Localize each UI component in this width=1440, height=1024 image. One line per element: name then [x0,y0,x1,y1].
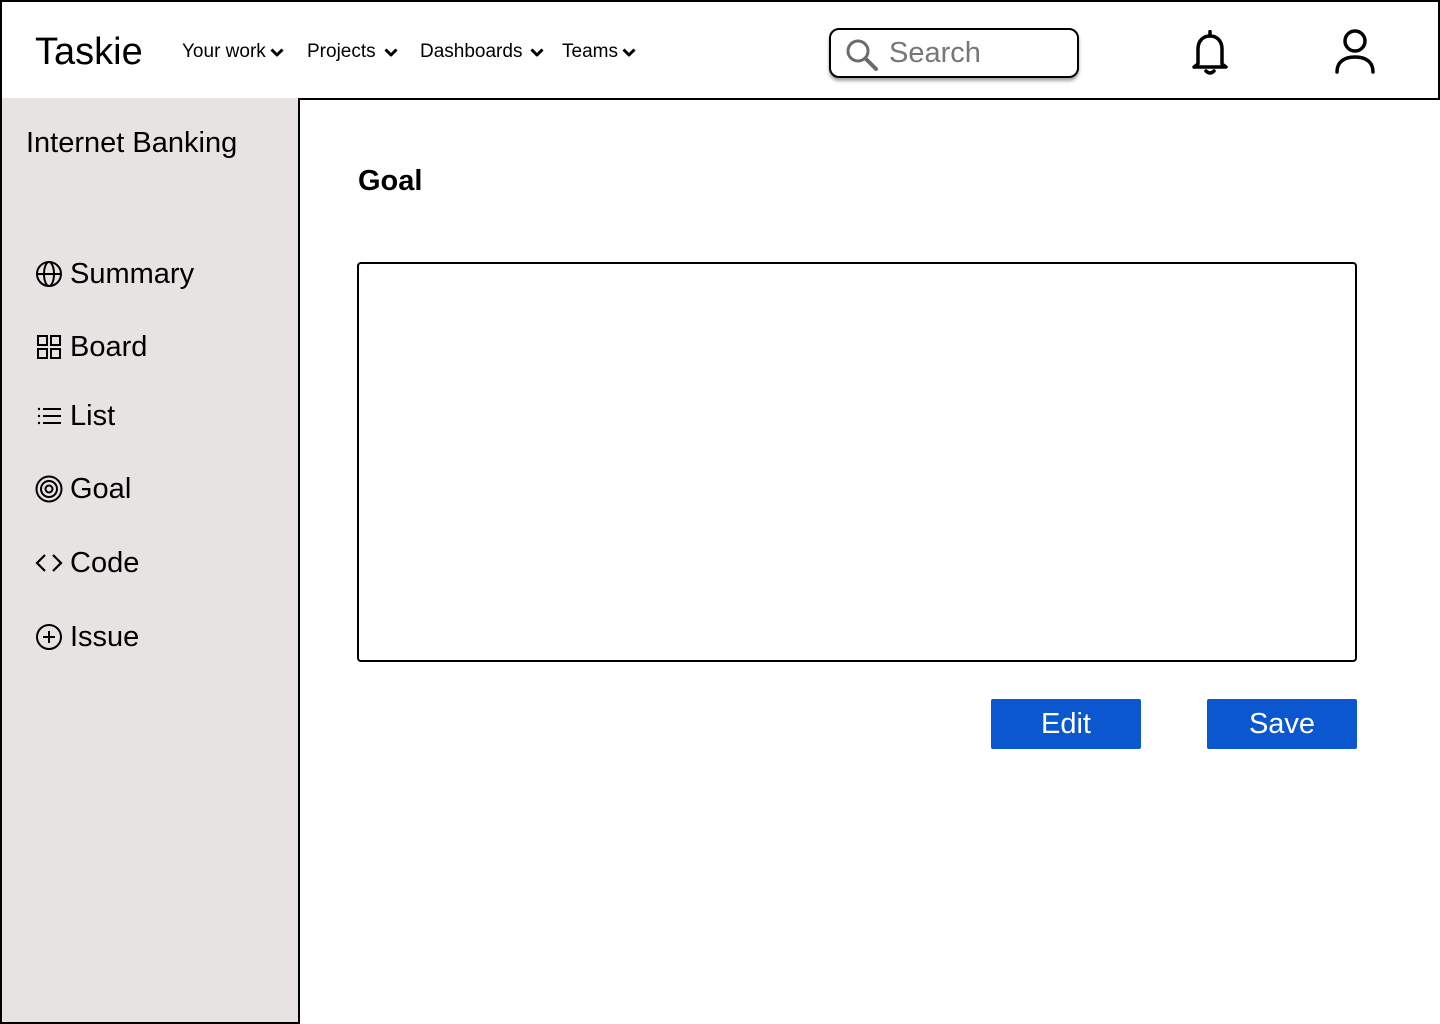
nav-label: Dashboards [420,41,523,62]
target-icon [35,475,63,503]
list-icon [37,407,61,425]
sidebar-item-label: List [70,399,116,432]
plus-circle-icon [36,624,62,650]
nav-projects[interactable]: Projects [307,40,398,64]
save-button[interactable]: Save [1207,699,1357,749]
nav-dashboards[interactable]: Dashboards [420,40,545,64]
page-title: Goal [358,165,423,197]
sidebar-item-label: Code [70,546,140,579]
chevron-down-icon [270,48,284,57]
nav-teams[interactable]: Teams [562,40,636,64]
sidebar-item-list[interactable]: List [34,398,115,434]
sidebar-item-summary[interactable]: Summary [34,256,194,292]
project-name[interactable]: Internet Banking [26,126,237,160]
app-logo[interactable]: Taskie [35,30,143,74]
sidebar-item-label: Goal [70,472,132,505]
sidebar-item-board[interactable]: Board [34,329,147,365]
app-window: Taskie Your work Projects Dashboards Tea… [0,0,1440,1024]
grid-icon [37,335,61,359]
sidebar-item-goal[interactable]: Goal [34,471,131,507]
nav-label: Teams [562,41,618,62]
nav-label: Projects [307,41,376,62]
top-navigation-bar: Taskie Your work Projects Dashboards Tea… [0,0,1440,100]
nav-label: Your work [182,41,266,62]
edit-button[interactable]: Edit [991,699,1141,749]
code-icon [35,554,63,572]
globe-icon [36,261,62,287]
sidebar-item-label: Board [70,330,148,363]
search-icon [846,39,878,71]
project-sidebar: Internet Banking Summary Board List Goal… [0,98,300,1024]
sidebar-item-code[interactable]: Code [34,545,139,581]
sidebar-item-issue[interactable]: Issue [34,619,139,655]
search-box[interactable] [829,28,1079,78]
user-icon[interactable] [1332,28,1378,76]
sidebar-item-label: Summary [70,257,195,290]
chevron-down-icon [622,48,636,57]
nav-your-work[interactable]: Your work [182,40,284,64]
goal-text-area[interactable] [357,262,1357,662]
search-input[interactable] [889,36,1069,70]
bell-icon[interactable] [1190,30,1230,76]
sidebar-item-label: Issue [70,620,140,653]
chevron-down-icon [530,48,545,57]
chevron-down-icon [384,48,398,57]
